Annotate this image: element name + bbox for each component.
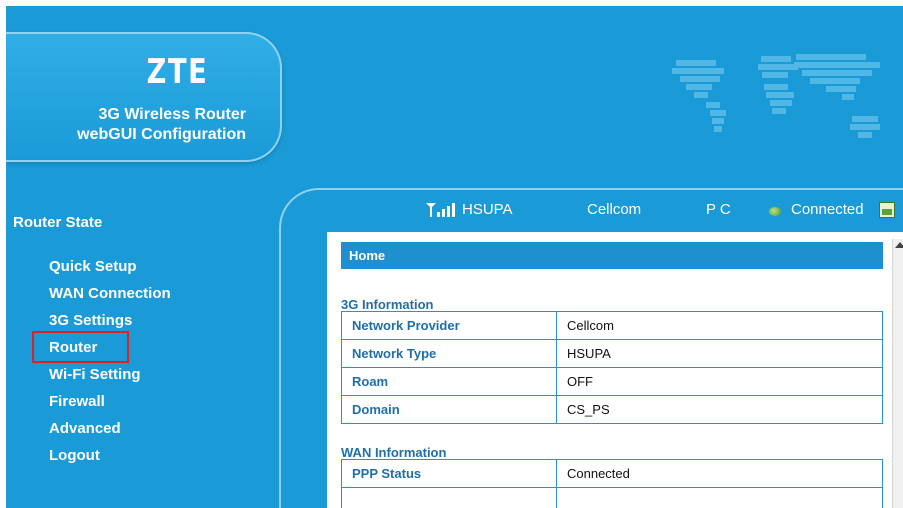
- world-map-icon: [672, 54, 880, 138]
- provider-status: Cellcom: [587, 201, 642, 218]
- row-value: CS_PS: [556, 395, 883, 424]
- table-row: [341, 487, 883, 508]
- table-row: Network Type HSUPA: [341, 339, 883, 368]
- row-key: Network Type: [341, 339, 557, 368]
- row-value: OFF: [556, 367, 883, 396]
- row-value: Cellcom: [556, 311, 883, 340]
- nav-logout[interactable]: Logout: [49, 447, 171, 474]
- scrollbar[interactable]: [892, 239, 903, 508]
- network-type-status: HSUPA: [462, 201, 513, 218]
- sidebar-title: Router State: [13, 214, 103, 231]
- nav-advanced[interactable]: Advanced: [49, 420, 171, 447]
- table-row: PPP Status Connected: [341, 459, 883, 488]
- logo-panel: ZTE 3G Wireless Router webGUI Configurat…: [6, 32, 282, 162]
- nav-quick-setup[interactable]: Quick Setup: [49, 258, 171, 285]
- nav-router[interactable]: Router: [32, 331, 171, 366]
- 3g-info-table: Network Provider Cellcom Network Type HS…: [341, 311, 883, 424]
- status-bar: HSUPA Cellcom P C Connected: [281, 190, 903, 230]
- green-dot-icon: [769, 207, 781, 216]
- section-wan-information: WAN Information: [341, 445, 447, 460]
- wan-info-table: PPP Status Connected: [341, 459, 883, 508]
- section-3g-information: 3G Information: [341, 297, 434, 312]
- row-key: PPP Status: [341, 459, 557, 488]
- row-key-cut: [341, 487, 557, 508]
- router-webgui: ZTE 3G Wireless Router webGUI Configurat…: [6, 6, 903, 508]
- table-row: Roam OFF: [341, 367, 883, 396]
- product-subtitle: webGUI Configuration: [77, 126, 246, 143]
- mode-status: P C: [706, 201, 731, 218]
- main-content: Home 3G Information Network Provider Cel…: [327, 232, 903, 508]
- row-key: Network Provider: [341, 311, 557, 340]
- pc-icon[interactable]: [879, 202, 895, 218]
- row-key: Domain: [341, 395, 557, 424]
- row-value: HSUPA: [556, 339, 883, 368]
- zte-logo: ZTE: [146, 52, 209, 92]
- product-title: 3G Wireless Router: [98, 106, 246, 123]
- nav-firewall[interactable]: Firewall: [49, 393, 171, 420]
- row-value-cut: [556, 487, 883, 508]
- content-panel: HSUPA Cellcom P C Connected Home 3G Info…: [279, 188, 903, 508]
- scroll-up-icon[interactable]: [895, 242, 903, 248]
- nav-wan-connection[interactable]: WAN Connection: [49, 285, 171, 312]
- row-value: Connected: [556, 459, 883, 488]
- signal-bars-icon: [426, 203, 455, 217]
- row-key: Roam: [341, 367, 557, 396]
- nav-wifi-setting[interactable]: Wi-Fi Setting: [49, 366, 171, 393]
- table-row: Domain CS_PS: [341, 395, 883, 424]
- connection-status: Connected: [791, 201, 864, 218]
- sidebar-nav: Quick Setup WAN Connection 3G Settings R…: [32, 258, 171, 474]
- table-row: Network Provider Cellcom: [341, 311, 883, 340]
- page-title: Home: [341, 242, 883, 269]
